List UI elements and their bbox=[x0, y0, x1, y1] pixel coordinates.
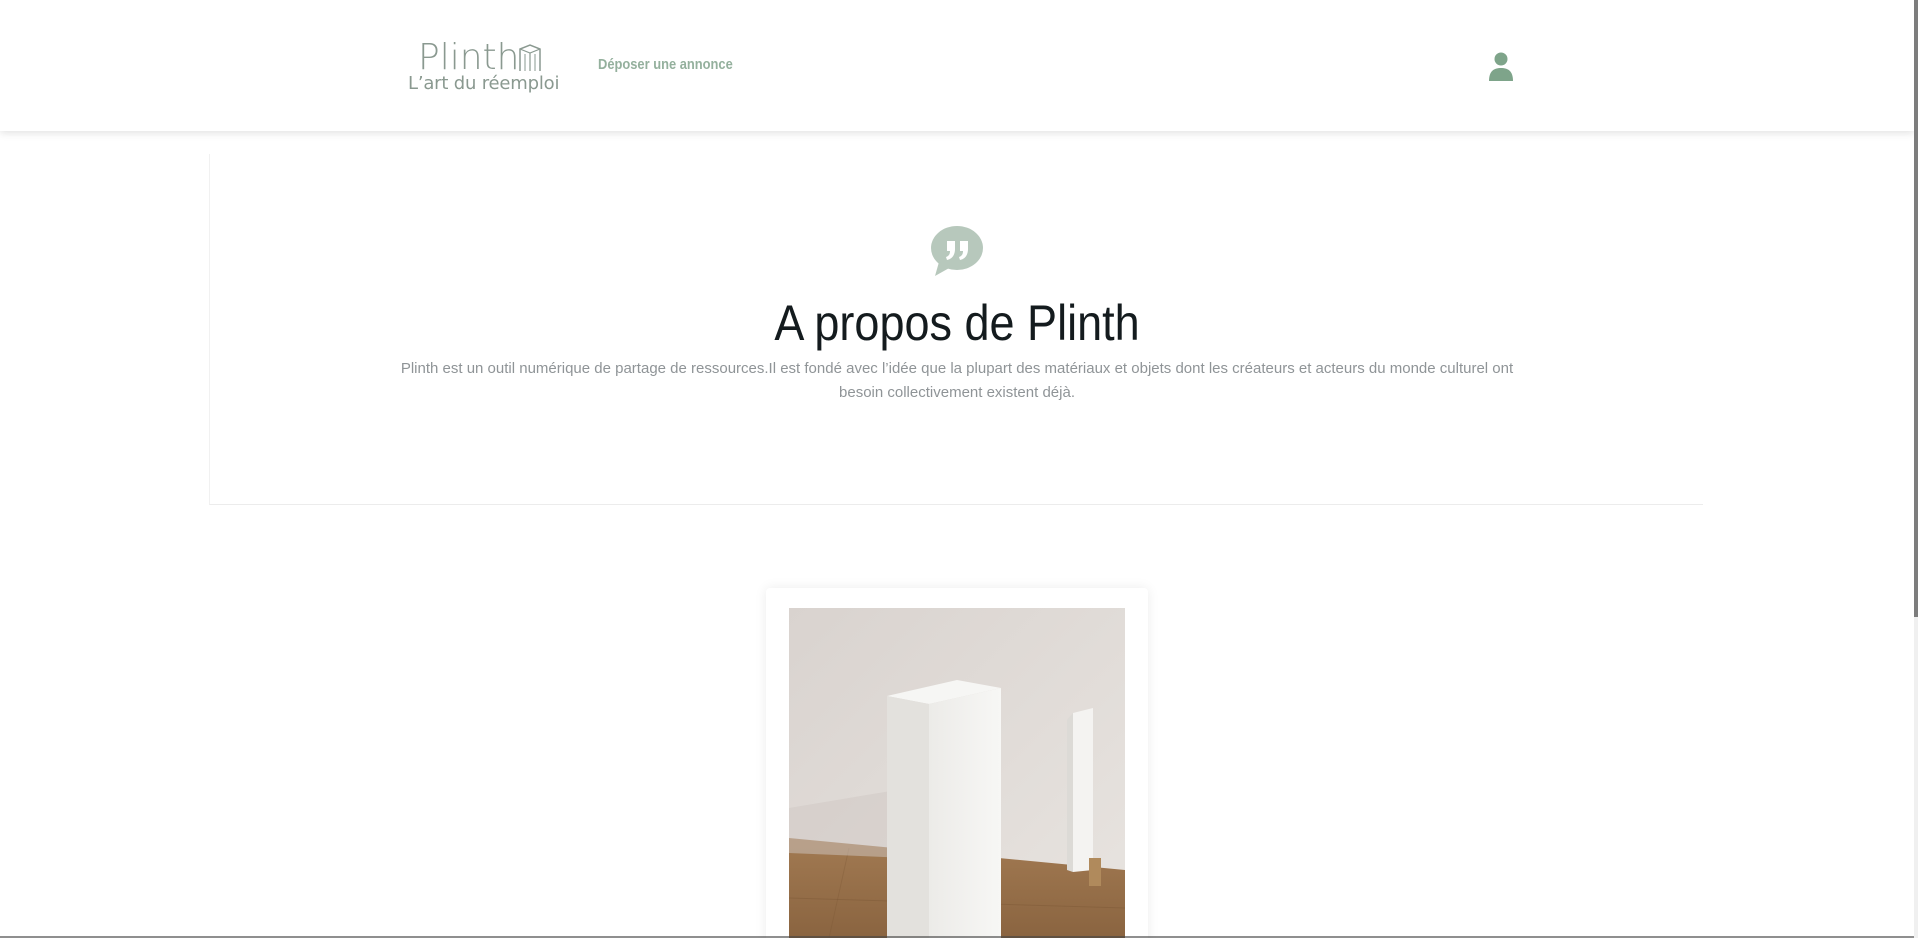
logo-building-icon bbox=[518, 44, 542, 72]
site-header: Plinth L’art du réemploi Déposer une ann… bbox=[0, 0, 1914, 131]
user-icon bbox=[1487, 52, 1515, 87]
logo-tagline: L’art du réemploi bbox=[408, 73, 560, 94]
about-description: Plinth est un outil numérique de partage… bbox=[400, 360, 1514, 401]
post-ad-link[interactable]: Déposer une annonce bbox=[598, 56, 733, 73]
logo-wordmark: Plinth bbox=[418, 37, 520, 78]
user-account-button[interactable] bbox=[1487, 51, 1515, 83]
listing-photo[interactable] bbox=[789, 608, 1125, 938]
about-title: A propos de Plinth bbox=[774, 295, 1140, 351]
speech-bubble-quote-icon bbox=[931, 226, 983, 278]
site-logo[interactable]: Plinth L’art du réemploi bbox=[408, 37, 560, 98]
scrollbar-thumb[interactable] bbox=[1914, 0, 1918, 617]
page: Plinth L’art du réemploi Déposer une ann… bbox=[0, 0, 1918, 938]
white-pedestals-photo bbox=[789, 608, 1125, 938]
